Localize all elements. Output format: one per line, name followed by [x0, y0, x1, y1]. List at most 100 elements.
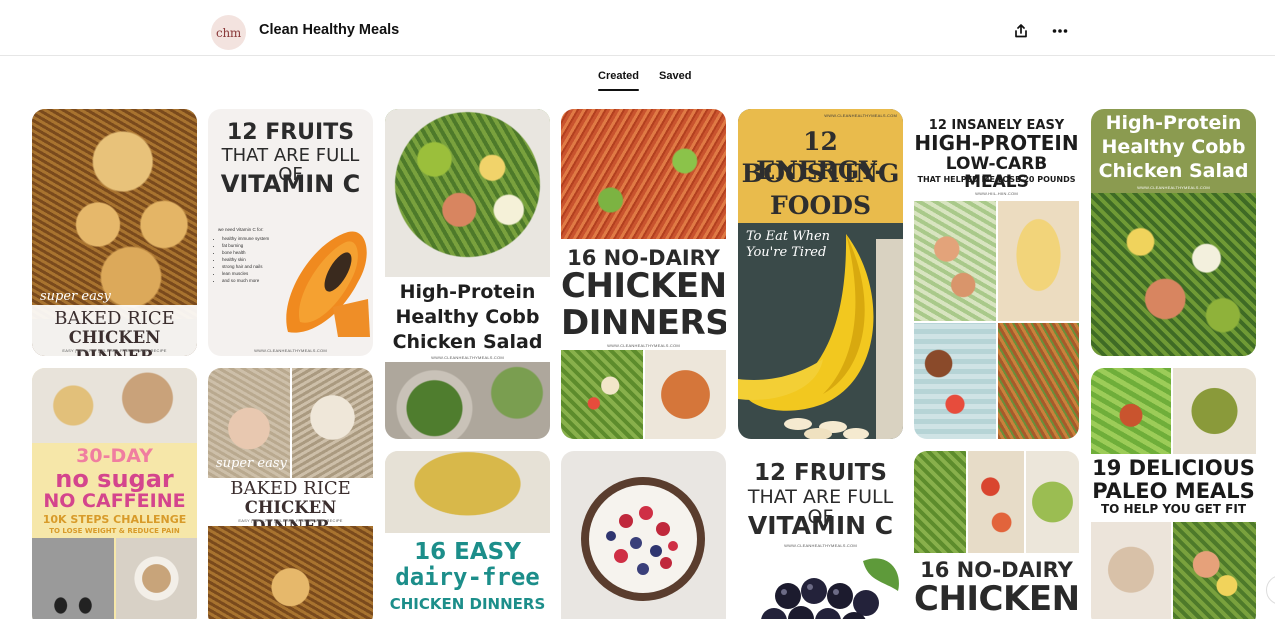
pin-image: [914, 201, 996, 321]
pin-title-line1: 30-DAY: [76, 445, 153, 467]
pin-image: [32, 109, 197, 319]
pin-title-line3: LOW-CARB MEALS: [945, 154, 1048, 192]
list-item: lean muscles: [222, 270, 269, 277]
pin-no-dairy-chicken[interactable]: 16 NO-DAIRY CHICKEN DINNERS WWW.CLEANHEA…: [561, 109, 726, 439]
pin-title-line3: FOODS: [769, 191, 872, 220]
pin-title-line1: High-Protein: [399, 281, 536, 303]
pin-image: [116, 538, 197, 619]
pin-title-line5: TO LOSE WEIGHT & REDUCE PAIN: [49, 527, 180, 535]
pin-image: [561, 109, 726, 239]
pin-cobb-salad-green[interactable]: High-Protein Healthy Cobb Chicken Salad …: [1091, 109, 1256, 356]
pin-site: WWW.CLEANHEALTHYMEALS.COM: [607, 343, 680, 348]
pin-site: WWW.HIIL-HIIN.COM: [975, 191, 1018, 196]
more-horizontal-icon: [1052, 29, 1068, 33]
share-button[interactable]: [1008, 18, 1034, 44]
pin-title-line1: 12 FRUITS: [754, 460, 887, 486]
pin-image: [914, 451, 966, 553]
list-item: strong hair and nails: [222, 263, 269, 270]
pin-tagline: super easy: [40, 289, 111, 304]
pin-image: [208, 526, 373, 619]
list-item: bone health: [222, 249, 269, 256]
pin-30-day-challenge[interactable]: 30-DAY no sugar NO CAFFEINE 10K STEPS CH…: [32, 368, 197, 619]
pin-image: [1173, 368, 1256, 454]
share-icon: [1015, 24, 1027, 38]
pin-title-line4: THAT HELPED ME LOSE 20 POUNDS: [917, 175, 1076, 184]
pin-image: [385, 362, 550, 439]
pin-site: WWW.CLEANHEALTHYMEALS.COM: [431, 355, 504, 360]
tab-created[interactable]: Created: [598, 70, 639, 91]
pin-image: [385, 109, 550, 277]
pin-image: [32, 368, 197, 443]
board-title: Clean Healthy Meals: [259, 22, 400, 38]
pin-image: [968, 451, 1024, 553]
pin-title-line4: 10K STEPS CHALLENGE: [42, 513, 187, 526]
pin-title-line3: CHICKEN DINNERS: [389, 595, 546, 613]
pin-image: [1173, 522, 1256, 619]
list-item: and so much more: [222, 277, 269, 284]
pin-image: [1091, 522, 1171, 619]
banana-icon: [738, 234, 903, 439]
profile-avatar[interactable]: chm: [211, 15, 246, 50]
papaya-icon: [286, 231, 370, 337]
pin-site: WWW.CLEANHEALTHYMEALS.COM: [824, 113, 897, 118]
list-item: healthy skin: [222, 256, 269, 263]
pin-title-line1: BAKED RICE: [230, 478, 351, 499]
pin-title-line2: Healthy Cobb: [395, 306, 540, 328]
pin-list-title: we need Vitamin C for:: [218, 227, 264, 232]
more-options-button[interactable]: [1047, 18, 1073, 44]
pin-title-line2: dairy-free: [395, 563, 540, 591]
pin-subtitle: EASY | HEALTHY | GLUTEN-FREE DINNER RECI…: [238, 518, 343, 523]
pin-no-dairy-chicken-2[interactable]: 16 NO-DAIRY CHICKEN: [914, 451, 1079, 619]
pin-title-line1: High-Protein: [1105, 112, 1242, 134]
pin-berry-bowl[interactable]: [561, 451, 726, 619]
list-item: fat burning: [222, 242, 269, 249]
pin-subtitle: EASY | HEALTHY | GLUTEN-FREE DINNER RECI…: [62, 348, 167, 353]
pin-cobb-salad[interactable]: High-Protein Healthy Cobb Chicken Salad …: [385, 109, 550, 439]
pin-bullet-list: healthy immune system fat burning bone h…: [222, 235, 269, 284]
pin-image: [914, 323, 996, 439]
pin-site: WWW.CLEANHEALTHYMEALS.COM: [254, 348, 327, 353]
pin-title-line2: CHICKEN: [914, 579, 1079, 619]
pin-title-line3: Chicken Salad: [392, 331, 543, 353]
pin-title-line1: 16 NO-DAIRY: [920, 558, 1073, 582]
scroll-to-top-button[interactable]: [1266, 575, 1275, 605]
pin-image: [998, 201, 1079, 321]
pin-low-carb-meals[interactable]: 12 INSANELY EASY HIGH-PROTEIN LOW-CARB M…: [914, 109, 1079, 439]
pin-site: WWW.CLEANHEALTHYMEALS.COM: [1137, 185, 1210, 190]
board-tabs: Created Saved: [0, 70, 1275, 94]
pin-title-line1: BAKED RICE: [54, 308, 175, 329]
pin-dairy-free-chicken[interactable]: 16 EASY dairy-free CHICKEN DINNERS: [385, 451, 550, 619]
pin-image: [32, 538, 114, 619]
pin-vitamin-c-fruits[interactable]: 12 FRUITS THAT ARE FULL OF VITAMIN C we …: [208, 109, 373, 356]
pin-image: [998, 323, 1079, 439]
pin-title-line3: DINNERS: [561, 303, 726, 343]
pin-title-line3: Chicken Salad: [1098, 160, 1249, 182]
berry-bowl-icon: [581, 477, 705, 601]
pin-baked-rice-chicken-2[interactable]: super easy BAKED RICE CHICKEN DINNER EAS…: [208, 368, 373, 619]
pin-title-line3: TO HELP YOU GET FIT: [1100, 502, 1247, 516]
pin-site: WWW.CLEANHEALTHYMEALS.COM: [784, 543, 857, 548]
pin-title-line2: HIGH-PROTEIN: [914, 131, 1079, 155]
avatar-initials: chm: [216, 25, 241, 40]
pin-title-line3: NO CAFFEINE: [43, 490, 186, 512]
pin-title-line2: no sugar: [55, 465, 174, 493]
pin-image: [561, 350, 643, 439]
blackcurrant-icon: [761, 558, 899, 619]
pin-energy-foods[interactable]: WWW.CLEANHEALTHYMEALS.COM 12 ENERGY- BOO…: [738, 109, 903, 439]
pin-paleo-meals[interactable]: 19 DELICIOUS PALEO MEALS TO HELP YOU GET…: [1091, 368, 1256, 619]
board-header: chm Clean Healthy Meals: [0, 0, 1275, 56]
pin-baked-rice-chicken[interactable]: super easy BAKED RICE CHICKEN DINNER EAS…: [32, 109, 197, 356]
tab-saved[interactable]: Saved: [659, 70, 691, 82]
pin-tagline: super easy: [216, 456, 287, 471]
pin-title-line2: CHICKEN: [561, 266, 726, 306]
pin-title-line1: 12 FRUITS: [226, 120, 355, 145]
pin-image: [385, 451, 550, 533]
pin-title-line2: Healthy Cobb: [1101, 136, 1246, 158]
pin-image: [1091, 193, 1256, 356]
pin-vitamin-c-fruits-2[interactable]: 12 FRUITS THAT ARE FULL OF VITAMIN C WWW…: [738, 451, 903, 619]
pin-title-line3: VITAMIN C: [747, 511, 894, 540]
pin-image: [1091, 368, 1171, 454]
pin-title-line1: 16 EASY: [414, 539, 521, 565]
pin-title-line1: 19 DELICIOUS: [1092, 456, 1255, 480]
pin-image: [1026, 451, 1079, 553]
